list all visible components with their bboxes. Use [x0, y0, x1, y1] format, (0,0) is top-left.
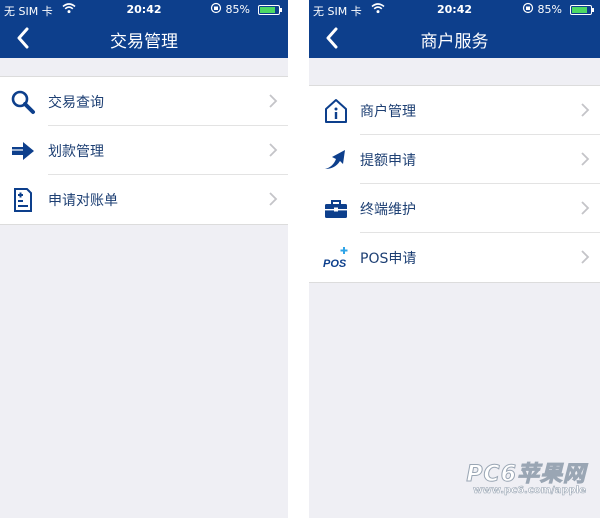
- menu-list: 交易查询 划款管理 申请对账单: [0, 76, 288, 225]
- arrow-up-icon: [323, 147, 349, 173]
- list-item-pos-application[interactable]: POS POS申请: [309, 233, 600, 282]
- chevron-right-icon: [581, 152, 590, 166]
- list-item-label: POS申请: [360, 251, 417, 267]
- chevron-right-icon: [269, 94, 278, 108]
- list-item-label: 申请对账单: [48, 193, 118, 209]
- list-item-apply-statement[interactable]: 申请对账单: [0, 175, 288, 224]
- menu-list: 商户管理 提额申请 终端维护 POS POS申请: [309, 85, 600, 283]
- page-title: 交易管理: [110, 32, 178, 52]
- orientation-lock-icon: [522, 2, 534, 14]
- list-item-label: 划款管理: [48, 144, 104, 160]
- navigation-bar: 商户服务: [309, 19, 600, 58]
- status-bar: 无 SIM 卡 20:42 85%: [0, 0, 288, 19]
- battery-percent: 85%: [537, 3, 562, 16]
- battery-percent: 85%: [225, 3, 250, 16]
- chevron-right-icon: [581, 250, 590, 264]
- list-item-terminal-maintenance[interactable]: 终端维护: [309, 184, 600, 233]
- info-house-icon: [323, 98, 349, 124]
- watermark: PC6苹果网 www.pc6.com/apple: [452, 456, 586, 500]
- battery-fill: [260, 7, 276, 13]
- status-bar: 无 SIM 卡 20:42 85%: [309, 0, 600, 19]
- screen-merchant-services: 无 SIM 卡 20:42 85% 商户服务 商户管理 提额申请 终端维护 PO…: [309, 0, 600, 518]
- chevron-right-icon: [269, 143, 278, 157]
- chevron-right-icon: [269, 192, 278, 206]
- search-icon: [10, 89, 36, 115]
- pos-icon-text: POS: [323, 258, 347, 270]
- chevron-right-icon: [581, 103, 590, 117]
- list-item-merchant-management[interactable]: 商户管理: [309, 86, 600, 135]
- list-item-limit-increase[interactable]: 提额申请: [309, 135, 600, 184]
- screen-transaction-management: 无 SIM 卡 20:42 85% 交易管理 交易查询 划款管理 申请对账单: [0, 0, 288, 518]
- list-item-label: 商户管理: [360, 104, 416, 120]
- toolbox-icon: [323, 196, 349, 222]
- list-item-transaction-query[interactable]: 交易查询: [0, 77, 288, 126]
- page-title: 商户服务: [420, 32, 489, 52]
- list-item-label: 交易查询: [48, 95, 104, 111]
- statement-icon: [10, 187, 36, 213]
- list-item-transfer-management[interactable]: 划款管理: [0, 126, 288, 175]
- watermark-title: PC6苹果网: [466, 462, 586, 488]
- list-item-label: 终端维护: [360, 202, 416, 218]
- chevron-right-icon: [581, 201, 590, 215]
- list-item-label: 提额申请: [360, 153, 416, 169]
- navigation-bar: 交易管理: [0, 19, 288, 58]
- orientation-lock-icon: [210, 2, 222, 14]
- arrow-right-icon: [10, 138, 36, 164]
- battery-icon: [258, 5, 282, 15]
- pos-icon: POS: [323, 245, 349, 271]
- battery-fill: [572, 7, 588, 13]
- watermark-url: www.pc6.com/apple: [473, 485, 586, 497]
- battery-icon: [570, 5, 594, 15]
